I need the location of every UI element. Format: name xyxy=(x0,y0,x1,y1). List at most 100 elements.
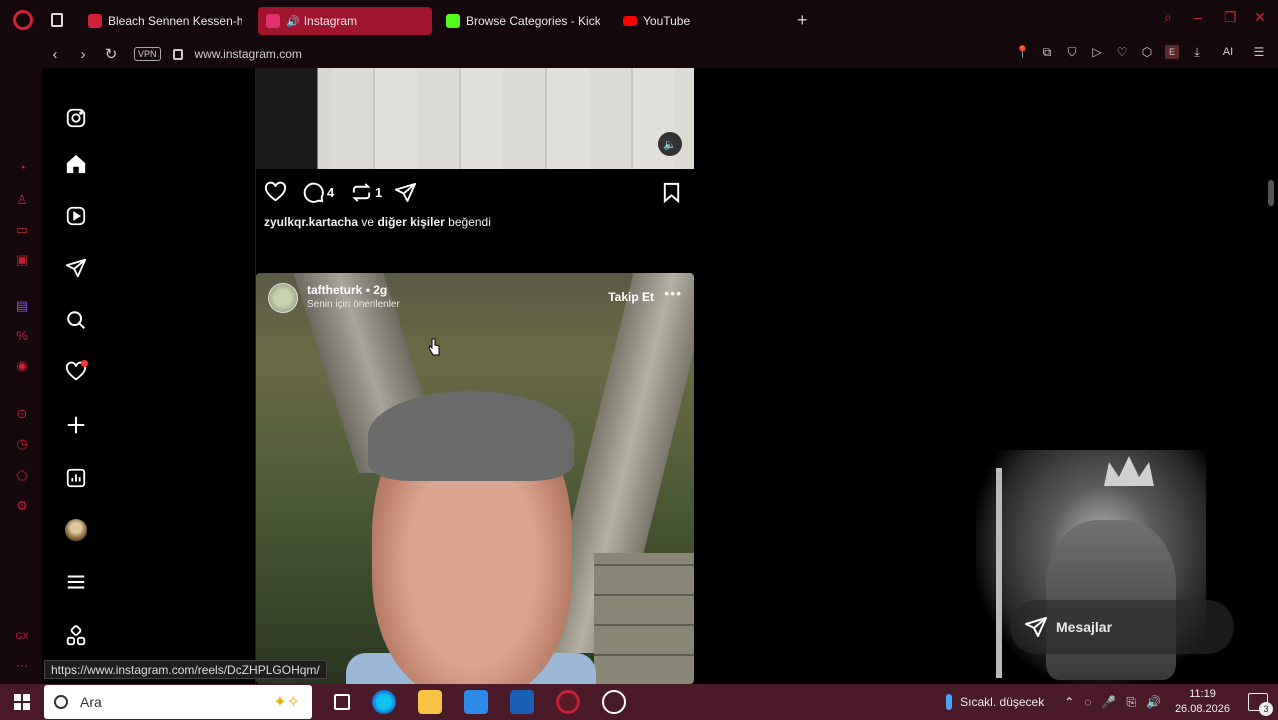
microphone-icon[interactable]: 🎤 xyxy=(1101,695,1116,710)
create-plus-icon[interactable] xyxy=(64,413,88,437)
direct-messages-icon[interactable] xyxy=(64,256,88,280)
follow-button[interactable]: Takip Et xyxy=(608,290,654,304)
also-from-meta-icon[interactable] xyxy=(64,624,88,648)
tab-instagram[interactable]: 🔊 Instagram xyxy=(258,7,432,35)
tab-bleach[interactable]: Bleach Sennen Kessen-hen xyxy=(80,7,250,35)
messenger-icon[interactable]: ▭ xyxy=(14,222,30,238)
instagram-logo-icon[interactable] xyxy=(64,106,88,130)
more-menu-icon[interactable] xyxy=(64,570,88,594)
save-bookmark-icon[interactable] xyxy=(660,180,683,204)
post2-username[interactable]: taftheturk xyxy=(307,283,362,297)
post1-media[interactable]: 🔈 xyxy=(256,68,694,169)
pin-icon[interactable]: 📍 xyxy=(1015,45,1030,59)
post2-subtitle: Senin için önerilenler xyxy=(307,299,400,310)
notifications-heart-icon[interactable] xyxy=(64,360,88,384)
taskbar-search[interactable]: Ara ✦✧ xyxy=(44,685,312,719)
snapshot-icon[interactable]: ⧉ xyxy=(1040,45,1054,59)
forward-icon[interactable]: › xyxy=(76,46,90,63)
history-icon[interactable]: ◷ xyxy=(14,436,30,452)
vpn-badge[interactable]: VPN xyxy=(134,47,161,61)
like-icon[interactable] xyxy=(264,180,287,204)
network-icon[interactable]: ⎘ xyxy=(1126,695,1136,710)
new-tab-icon[interactable]: + xyxy=(797,10,808,31)
shield-icon[interactable]: ⛉ xyxy=(1065,45,1079,59)
messages-button[interactable]: Mesajlar xyxy=(1010,600,1234,654)
search-icon[interactable] xyxy=(64,308,88,332)
messages-label: Mesajlar xyxy=(1056,619,1113,635)
speed-dial-icon[interactable]: ◔ xyxy=(14,160,30,176)
close-icon[interactable]: ✕ xyxy=(1254,10,1268,24)
dashboard-icon[interactable] xyxy=(64,466,88,490)
windows-taskbar: Ara ✦✧ Sıcakl. düşecek ⌃ ◌ 🎤 ⎘ 🔊 11:19 2… xyxy=(0,684,1278,720)
percent-icon[interactable]: % xyxy=(14,328,30,344)
comment-count: 4 xyxy=(327,184,335,200)
weather-text: Sıcakl. düşecek xyxy=(960,695,1045,709)
url-field[interactable]: www.instagram.com xyxy=(195,47,302,61)
repost-button[interactable]: 1 xyxy=(350,180,382,204)
mute-icon[interactable]: 🔈 xyxy=(658,132,682,156)
window-controls: ⌕ – ❐ ✕ xyxy=(1164,10,1268,24)
aria-ai-button[interactable]: AI xyxy=(1215,45,1241,59)
page-scrollbar[interactable] xyxy=(1268,180,1274,206)
app-clock-icon[interactable] xyxy=(602,690,626,714)
edge-icon[interactable] xyxy=(372,690,396,714)
store-icon[interactable] xyxy=(464,690,488,714)
download-icon[interactable]: ⤓ xyxy=(1190,45,1204,59)
comment-button[interactable]: 4 xyxy=(302,180,334,204)
task-view-icon[interactable] xyxy=(334,694,350,710)
speaker-icon[interactable]: 🔊 xyxy=(286,15,300,28)
assistant-icon[interactable]: ♙ xyxy=(14,192,30,208)
menu-icon[interactable]: ☰ xyxy=(1252,45,1266,59)
search-magnifier-icon xyxy=(54,695,68,709)
notification-count: 3 xyxy=(1259,702,1273,716)
tab-youtube[interactable]: YouTube xyxy=(615,7,745,35)
chevron-up-icon[interactable]: ⌃ xyxy=(1064,695,1074,710)
search-placeholder: Ara xyxy=(80,694,102,710)
taskbar-clock[interactable]: 11:19 26.08.2026 xyxy=(1175,687,1230,717)
twitch-icon[interactable]: ▤ xyxy=(14,298,30,314)
tray-app-icon[interactable]: ◌ xyxy=(1084,695,1091,710)
player-icon[interactable]: ⊙ xyxy=(14,406,30,422)
home-icon[interactable] xyxy=(64,152,88,176)
record-icon[interactable]: ◉ xyxy=(14,358,30,374)
maximize-icon[interactable]: ❐ xyxy=(1224,10,1238,24)
back-icon[interactable]: ‹ xyxy=(48,46,62,63)
play-icon[interactable]: ▷ xyxy=(1090,45,1104,59)
more-options-icon[interactable]: ••• xyxy=(664,285,682,301)
heart-icon[interactable]: ♡ xyxy=(1115,45,1129,59)
calendar-icon[interactable]: ▣ xyxy=(14,252,30,268)
opera-gx-taskbar-icon[interactable] xyxy=(556,690,580,714)
tab-kick[interactable]: Browse Categories - Kick xyxy=(438,7,608,35)
bleach-favicon-icon xyxy=(88,14,102,28)
minimize-icon[interactable]: – xyxy=(1194,10,1208,24)
windows-start-icon[interactable] xyxy=(14,694,30,710)
volume-icon[interactable]: 🔊 xyxy=(1146,695,1161,710)
browser-tabbar: Bleach Sennen Kessen-hen 🔊 Instagram Bro… xyxy=(0,0,1278,40)
share-icon[interactable] xyxy=(394,180,417,204)
gx-icon[interactable]: GX xyxy=(14,628,30,644)
profile-avatar[interactable] xyxy=(64,518,88,542)
instagram-nav xyxy=(42,68,256,684)
tab-page-icon[interactable] xyxy=(51,13,63,27)
extensions-icon[interactable]: ⬡ xyxy=(1140,45,1154,59)
reload-icon[interactable]: ↻ xyxy=(104,45,118,63)
notification-center-icon[interactable]: 3 xyxy=(1248,693,1273,716)
search-tabs-icon[interactable]: ⌕ xyxy=(1164,10,1178,24)
file-explorer-icon[interactable] xyxy=(418,690,442,714)
post2-media[interactable]: taftheturk • 2g Senin için önerilenler T… xyxy=(256,273,694,684)
post2-avatar[interactable] xyxy=(268,283,298,313)
youtube-favicon-icon xyxy=(623,16,637,26)
liked-by-others[interactable]: diğer kişiler xyxy=(377,215,444,229)
lock-icon[interactable] xyxy=(172,48,183,60)
opera-logo-icon[interactable] xyxy=(13,10,33,30)
settings-gear-icon[interactable]: ⚙ xyxy=(14,498,30,514)
pinboard-icon[interactable]: ⬠ xyxy=(14,468,30,484)
more-dots-icon[interactable]: ⋯ xyxy=(14,658,30,674)
reels-icon[interactable] xyxy=(64,204,88,228)
weather-widget[interactable]: Sıcakl. düşecek xyxy=(946,694,1044,710)
liked-by-user[interactable]: zyulkqr.kartacha xyxy=(264,215,358,229)
mail-icon[interactable] xyxy=(510,690,534,714)
messages-icon xyxy=(1025,617,1047,637)
kick-favicon-icon xyxy=(446,14,460,28)
extension-e-icon[interactable]: E xyxy=(1165,45,1179,59)
